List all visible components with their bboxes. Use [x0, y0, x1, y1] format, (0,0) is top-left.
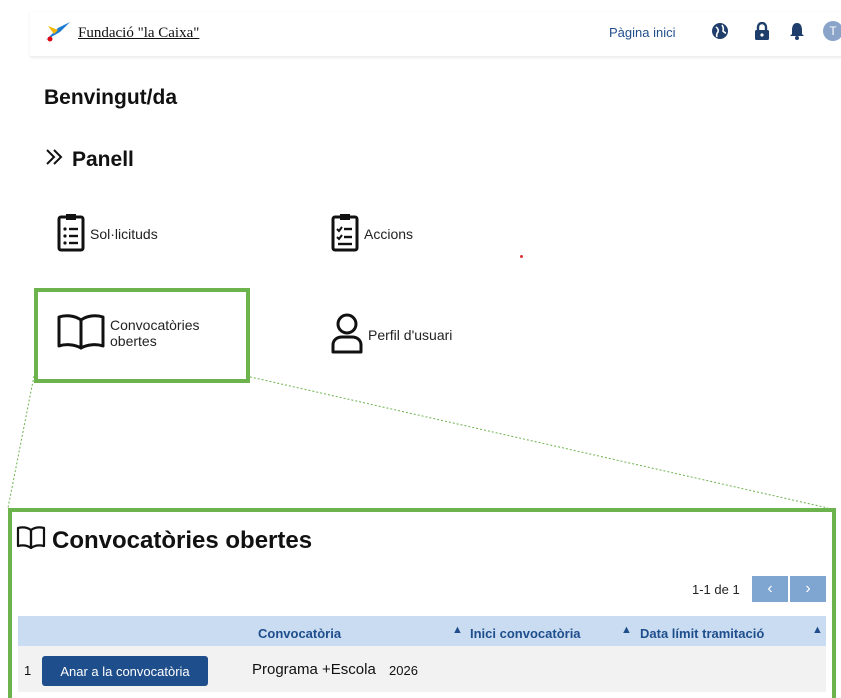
pagination-summary: 1-1 de 1: [692, 582, 740, 597]
column-header-inici[interactable]: Inici convocatòria: [470, 626, 581, 641]
zoom-title-text: Convocatòries obertes: [52, 526, 313, 554]
pager-prev-button[interactable]: ‹: [752, 576, 788, 602]
open-book-icon: [16, 525, 46, 556]
row-index: 1: [24, 663, 32, 678]
go-to-call-button[interactable]: Anar a la convocatòria: [42, 656, 208, 686]
pagination: ‹ ›: [752, 576, 826, 602]
column-header-convocatoria[interactable]: Convocatòria: [258, 626, 341, 641]
sort-icon[interactable]: ▲: [452, 624, 463, 636]
sort-icon[interactable]: ▲: [621, 624, 632, 636]
call-name: Programa +Escola: [252, 661, 376, 678]
pager-next-button[interactable]: ›: [790, 576, 826, 602]
call-year: 2026: [389, 663, 418, 678]
column-header-data-limit[interactable]: Data límit tramitació: [640, 626, 764, 641]
zoom-title: Convocatòries obertes: [16, 525, 312, 556]
sort-icon[interactable]: ▲: [812, 624, 823, 636]
